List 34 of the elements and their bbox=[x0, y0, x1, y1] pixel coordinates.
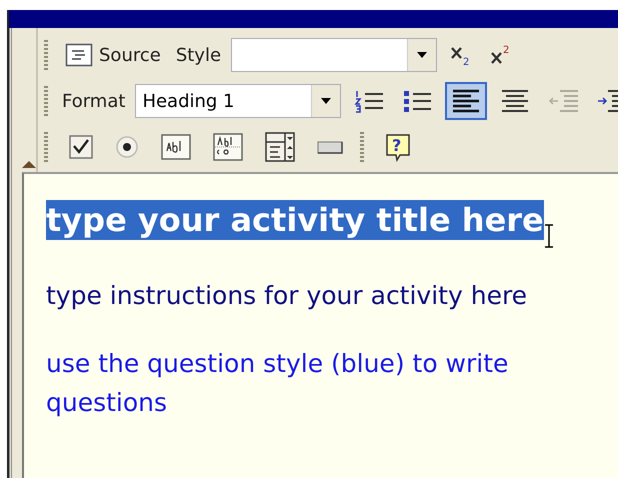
activity-title: type your activity title here bbox=[46, 200, 544, 240]
text-field-icon bbox=[161, 134, 191, 160]
toolbar-button[interactable] bbox=[445, 82, 488, 120]
list-box-icon bbox=[265, 132, 295, 162]
align-center-icon bbox=[500, 87, 530, 115]
toolbar-label: Style bbox=[176, 44, 222, 66]
align-left-icon bbox=[451, 87, 482, 115]
help-icon: ? bbox=[385, 132, 411, 162]
toolbar-button[interactable]: 2 bbox=[485, 40, 518, 70]
question-text: use the question style (blue) to write questions bbox=[46, 349, 508, 417]
indent-icon bbox=[596, 87, 618, 115]
button-icon bbox=[317, 139, 343, 155]
toolbar-gripper[interactable] bbox=[44, 86, 48, 116]
checkbox-icon bbox=[69, 135, 93, 159]
caret-icon bbox=[321, 98, 332, 104]
numbered-list-icon bbox=[354, 88, 384, 114]
toolbar-gripper[interactable] bbox=[360, 132, 364, 162]
instructions-text: type instructions for your activity here bbox=[46, 281, 528, 310]
dropdown[interactable]: Heading 1 bbox=[135, 84, 342, 118]
caret-icon bbox=[417, 52, 428, 58]
toolbar-button[interactable]: ? bbox=[380, 128, 416, 166]
toolbar-label: Format bbox=[62, 90, 126, 112]
radio-icon bbox=[115, 135, 139, 159]
text-area-icon bbox=[213, 133, 243, 161]
document-icon bbox=[65, 43, 93, 67]
bullet-list-icon bbox=[402, 88, 432, 114]
toolbar-gripper[interactable] bbox=[44, 132, 48, 162]
collapse-icon[interactable] bbox=[22, 161, 36, 168]
toolbar-gripper[interactable] bbox=[44, 40, 48, 70]
editor-area[interactable]: type your activity title here type instructions for your activity here use the question style (blue) to write questions bbox=[22, 172, 618, 478]
text-cursor-icon bbox=[544, 224, 554, 248]
outdent-icon bbox=[548, 87, 578, 115]
source-button[interactable]: Source bbox=[60, 39, 166, 71]
toolbar-button[interactable]: 2 bbox=[445, 40, 478, 70]
